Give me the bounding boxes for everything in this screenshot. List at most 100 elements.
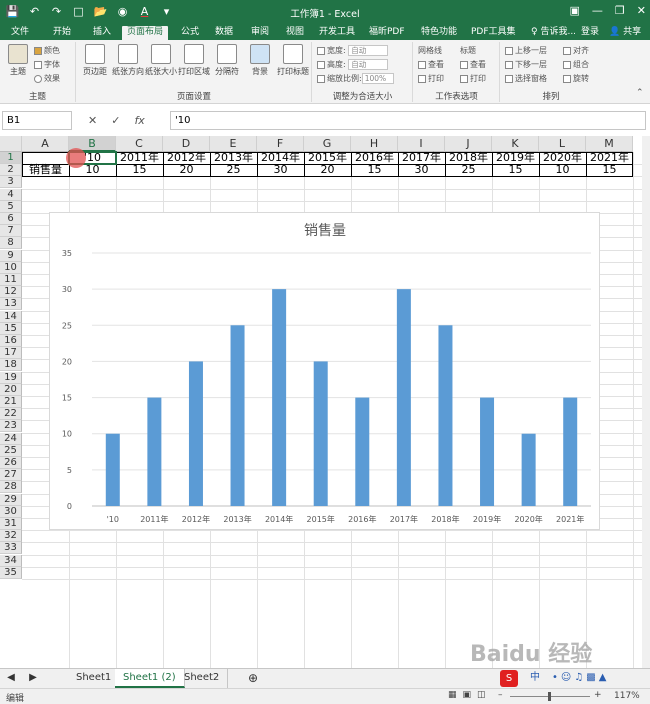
row-header-17[interactable]: 17 [0,347,22,360]
enter-icon[interactable]: ✓ [111,114,120,127]
row-header-3[interactable]: 3 [0,176,22,189]
tab-developer[interactable]: 开发工具 [314,26,360,40]
headings-print-checkbox[interactable]: 打印 [460,73,486,84]
row-header-21[interactable]: 21 [0,396,22,408]
send-backward-button[interactable]: 下移一层 [505,59,547,70]
chart[interactable]: 销售量 0 5 10 15 20 25 30 35 '10 2011年 2012年 2013年 2014年… [49,212,600,530]
ribbon-display-icon[interactable]: ▣ [570,4,580,17]
column-header-f[interactable]: F [257,136,304,152]
row-header-27[interactable]: 27 [0,469,22,482]
column-header-m[interactable]: M [586,136,633,152]
row-header-32[interactable]: 32 [0,530,22,543]
restore-icon[interactable]: ❐ [615,4,625,17]
print-titles-button[interactable]: 打印标题 [277,44,309,77]
minimize-icon[interactable]: — [592,4,603,17]
row-header-28[interactable]: 28 [0,481,22,494]
bring-forward-button[interactable]: 上移一层 [505,45,547,56]
close-icon[interactable]: ✕ [637,4,646,17]
row-header-1[interactable]: 1 [0,152,22,164]
row-header-35[interactable]: 35 [0,566,22,579]
zoom-in-icon[interactable]: + [594,690,602,700]
column-header-c[interactable]: C [116,136,163,152]
tell-me-box[interactable]: ♀ 告诉我... [526,26,581,40]
row-header-20[interactable]: 20 [0,383,22,396]
row-header-29[interactable]: 29 [0,493,22,506]
row-header-33[interactable]: 33 [0,542,22,555]
row-header-15[interactable]: 15 [0,322,22,335]
fonts-button[interactable]: 字体 [34,59,60,70]
row-header-25[interactable]: 25 [0,444,22,457]
vertical-scrollbar[interactable] [642,136,650,670]
collapse-ribbon-icon[interactable]: ⌃ [636,88,644,98]
tab-formulas[interactable]: 公式 [176,26,204,40]
row-header-16[interactable]: 16 [0,335,22,347]
zoom-slider-thumb[interactable] [548,692,551,701]
print-area-button[interactable]: 打印区域 [178,44,210,77]
column-header-e[interactable]: E [210,136,257,152]
login-link[interactable]: 登录 [576,26,604,40]
height-combo[interactable]: 自动 [348,59,389,70]
row-header-13[interactable]: 13 [0,298,22,311]
background-button[interactable]: 背景 [244,44,276,77]
column-header-k[interactable]: K [492,136,539,152]
width-combo[interactable]: 自动 [348,45,389,56]
ime-logo-icon[interactable]: S [500,670,518,687]
tab-file[interactable]: 文件 [6,26,34,40]
tab-page-layout[interactable]: 页面布局 [122,26,169,40]
formula-input[interactable]: '10 [170,111,646,130]
gridlines-view-checkbox[interactable]: 查看 [418,59,444,70]
select-all-corner[interactable] [0,136,22,152]
next-sheet-icon[interactable]: ▶ [22,669,44,688]
row-header-10[interactable]: 10 [0,261,22,274]
tab-foxit-pdf[interactable]: 福昕PDF [364,26,410,40]
column-header-a[interactable]: A [22,136,69,152]
row-header-34[interactable]: 34 [0,554,22,567]
size-button[interactable]: 纸张大小 [145,44,177,77]
scale-spinner[interactable]: 100% [361,73,394,84]
row-header-23[interactable]: 23 [0,420,22,433]
tab-insert[interactable]: 插入 [88,26,116,40]
row-header-19[interactable]: 19 [0,371,22,384]
gridlines-print-checkbox[interactable]: 打印 [418,73,444,84]
selection-pane-button[interactable]: 选择窗格 [505,73,547,84]
themes-button[interactable]: 主题 [2,44,34,77]
row-header-4[interactable]: 4 [0,188,22,201]
row-header-12[interactable]: 12 [0,286,22,299]
group-button[interactable]: 组合 [563,59,589,70]
cancel-icon[interactable]: ✕ [88,114,97,127]
sheet-tab-sheet1-2[interactable]: Sheet1 (2) [115,669,185,688]
row-header-9[interactable]: 9 [0,249,22,262]
column-header-i[interactable]: I [398,136,445,152]
column-header-l[interactable]: L [539,136,586,152]
row-header-22[interactable]: 22 [0,408,22,421]
share-button[interactable]: 👤 共享 [604,26,646,40]
sheet-tab-sheet1[interactable]: Sheet1 [68,669,121,688]
sheet-tab-sheet2[interactable]: Sheet2 [176,669,229,688]
prev-sheet-icon[interactable]: ◀ [0,669,22,688]
rotate-button[interactable]: 旋转 [563,73,589,84]
zoom-out-icon[interactable]: – [498,690,503,700]
ime-toolbar-icons[interactable]: •☺♫▩▲ [544,669,617,688]
column-header-h[interactable]: H [351,136,398,152]
row-header-2[interactable]: 2 [0,164,22,177]
row-header-18[interactable]: 18 [0,359,22,372]
tab-review[interactable]: 审阅 [246,26,274,40]
zoom-level[interactable]: 117% [614,691,640,701]
name-box[interactable]: B1 [2,111,72,130]
orientation-button[interactable]: 纸张方向 [112,44,144,77]
row-header-6[interactable]: 6 [0,213,22,225]
column-header-d[interactable]: D [163,136,210,152]
column-header-j[interactable]: J [445,136,492,152]
row-header-30[interactable]: 30 [0,505,22,518]
tab-special-features[interactable]: 特色功能 [416,26,462,40]
row-header-11[interactable]: 11 [0,274,22,286]
tab-pdf-tools[interactable]: PDF工具集 [466,26,521,40]
tab-home[interactable]: 开始 [48,26,76,40]
tab-data[interactable]: 数据 [210,26,238,40]
row-header-24[interactable]: 24 [0,432,22,445]
row-header-8[interactable]: 8 [0,237,22,250]
function-icon[interactable]: fx [134,114,144,127]
row-header-14[interactable]: 14 [0,310,22,323]
column-header-g[interactable]: G [304,136,351,152]
row-header-31[interactable]: 31 [0,518,22,530]
